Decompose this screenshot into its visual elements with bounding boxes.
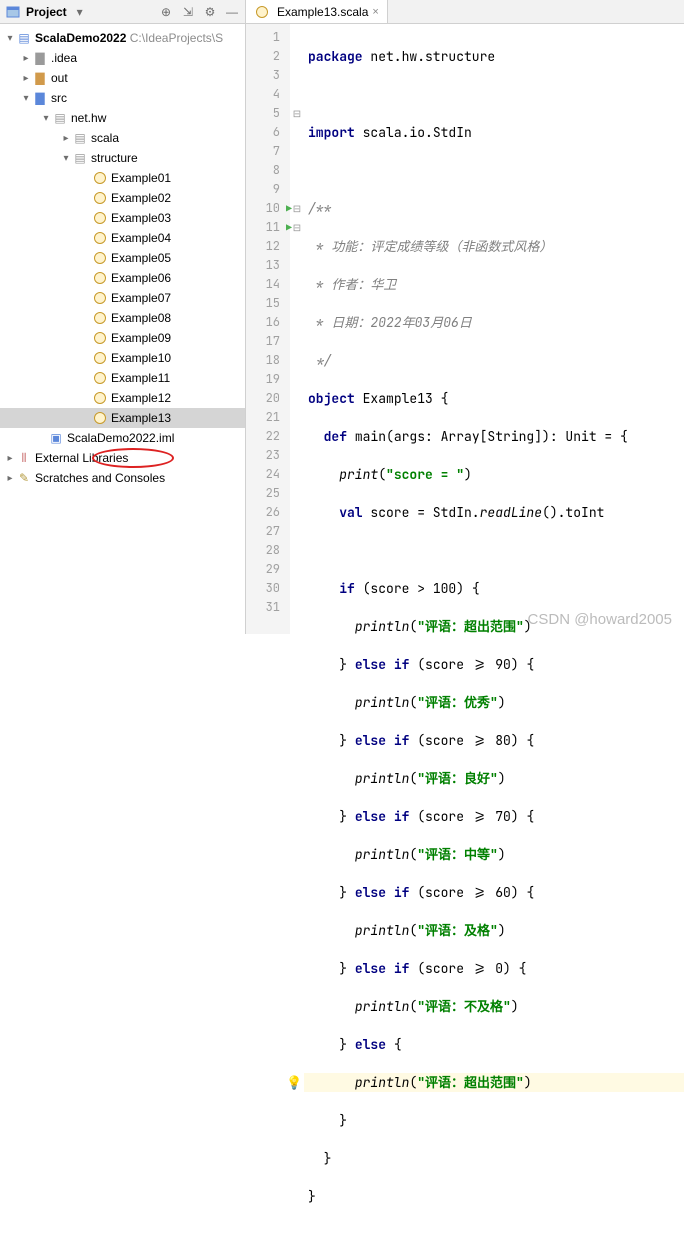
fold-column: ⊟ ⊟⊟: [290, 24, 304, 634]
scala-object-icon: [92, 350, 108, 366]
node-label: src: [51, 91, 67, 105]
chevron-right-icon[interactable]: ▸: [4, 473, 16, 484]
chevron-right-icon[interactable]: ▸: [20, 53, 32, 64]
target-icon[interactable]: ⊕: [157, 3, 175, 21]
project-icon: [4, 3, 22, 21]
node-label: Example05: [111, 251, 171, 265]
tree-example[interactable]: Example13: [0, 408, 245, 428]
scala-object-icon: [92, 290, 108, 306]
tree-pkg[interactable]: ▾ ▤ net.hw: [0, 108, 245, 128]
node-label: Example02: [111, 191, 171, 205]
node-label: ScalaDemo2022.iml: [67, 431, 174, 445]
tree-example[interactable]: Example12: [0, 388, 245, 408]
node-label: scala: [91, 131, 119, 145]
tree-scala[interactable]: ▸ ▤ scala: [0, 128, 245, 148]
scala-object-icon: [92, 270, 108, 286]
node-label: Example08: [111, 311, 171, 325]
node-label: Example13: [111, 411, 171, 425]
project-toolwindow-header: Project ▾ ⊕ ⇲ ⚙ —: [0, 0, 246, 23]
tree-example[interactable]: Example11: [0, 368, 245, 388]
code-area[interactable]: package net.hw.structure import scala.io…: [304, 24, 684, 634]
tree-scratches[interactable]: ▸ ✎ Scratches and Consoles: [0, 468, 245, 488]
libraries-icon: ⫴: [16, 450, 32, 466]
node-label: Example03: [111, 211, 171, 225]
gear-icon[interactable]: ⚙: [201, 3, 219, 21]
code-editor[interactable]: 1234 56789 1011121314 1516171819 2021222…: [246, 24, 684, 634]
tree-example[interactable]: Example01: [0, 168, 245, 188]
package-icon: ▤: [52, 110, 68, 126]
tree-idea[interactable]: ▸ ▇ .idea: [0, 48, 245, 68]
scala-object-icon: [92, 170, 108, 186]
node-label: structure: [91, 151, 138, 165]
tree-example[interactable]: Example09: [0, 328, 245, 348]
expand-icon[interactable]: ⇲: [179, 3, 197, 21]
chevron-right-icon[interactable]: ▸: [60, 133, 72, 144]
node-label: Example01: [111, 171, 171, 185]
close-icon[interactable]: ×: [372, 6, 378, 18]
root-path: C:\IdeaProjects\S: [126, 31, 223, 45]
tree-example[interactable]: Example10: [0, 348, 245, 368]
editor-tabs: Example13.scala ×: [246, 0, 684, 23]
node-label: Scratches and Consoles: [35, 471, 165, 485]
intention-bulb-icon[interactable]: 💡: [286, 1073, 302, 1092]
scala-object-icon: [92, 310, 108, 326]
tab-label: Example13.scala: [277, 5, 368, 19]
tree-example[interactable]: Example03: [0, 208, 245, 228]
scala-object-icon: [92, 370, 108, 386]
chevron-down-icon[interactable]: ▾: [20, 93, 32, 104]
project-folder-icon: ▤: [16, 30, 32, 46]
tree-example[interactable]: Example02: [0, 188, 245, 208]
node-label: Example06: [111, 271, 171, 285]
folder-icon: ▇: [32, 50, 48, 66]
tree-example[interactable]: Example04: [0, 228, 245, 248]
tree-external-libs[interactable]: ▸ ⫴ External Libraries: [0, 448, 245, 468]
scala-object-icon: [92, 390, 108, 406]
folder-icon: ▇: [32, 70, 48, 86]
scala-object-icon: [92, 190, 108, 206]
tree-structure[interactable]: ▾ ▤ structure: [0, 148, 245, 168]
tree-src[interactable]: ▾ ▇ src: [0, 88, 245, 108]
scala-object-icon: [92, 330, 108, 346]
node-label: out: [51, 71, 68, 85]
chevron-right-icon[interactable]: ▸: [20, 73, 32, 84]
project-tree-sidebar: ▾ ▤ ScalaDemo2022 C:\IdeaProjects\S ▸ ▇ …: [0, 24, 246, 634]
scala-object-icon: [92, 210, 108, 226]
node-label: External Libraries: [35, 451, 128, 465]
chevron-right-icon[interactable]: ▸: [4, 453, 16, 464]
project-title: Project: [26, 5, 67, 19]
scala-object-icon: [92, 230, 108, 246]
tree-example[interactable]: Example08: [0, 308, 245, 328]
scala-object-icon: [92, 250, 108, 266]
node-label: net.hw: [71, 111, 106, 125]
node-label: Example04: [111, 231, 171, 245]
node-label: Example11: [111, 371, 170, 385]
package-icon: ▤: [72, 130, 88, 146]
tree-example[interactable]: Example06: [0, 268, 245, 288]
tab-example13[interactable]: Example13.scala ×: [246, 0, 388, 23]
node-label: Example10: [111, 351, 171, 365]
package-icon: ▤: [72, 150, 88, 166]
chevron-down-icon[interactable]: ▾: [71, 3, 89, 21]
tree-iml[interactable]: ▣ ScalaDemo2022.iml: [0, 428, 245, 448]
scratches-icon: ✎: [16, 470, 32, 486]
chevron-down-icon[interactable]: ▾: [40, 113, 52, 124]
chevron-down-icon[interactable]: ▾: [4, 33, 16, 44]
line-gutter: 1234 56789 1011121314 1516171819 2021222…: [246, 24, 290, 634]
hide-icon[interactable]: —: [223, 3, 241, 21]
node-label: Example07: [111, 291, 171, 305]
root-label: ScalaDemo2022: [35, 31, 126, 45]
folder-icon: ▇: [32, 90, 48, 106]
scala-object-icon: [92, 410, 108, 426]
tree-out[interactable]: ▸ ▇ out: [0, 68, 245, 88]
node-label: .idea: [51, 51, 77, 65]
scala-object-icon: [254, 4, 270, 20]
chevron-down-icon[interactable]: ▾: [60, 153, 72, 164]
node-label: Example12: [111, 391, 171, 405]
node-label: Example09: [111, 331, 171, 345]
iml-icon: ▣: [48, 430, 64, 446]
tree-example[interactable]: Example05: [0, 248, 245, 268]
tree-root[interactable]: ▾ ▤ ScalaDemo2022 C:\IdeaProjects\S: [0, 28, 245, 48]
tree-example[interactable]: Example07: [0, 288, 245, 308]
